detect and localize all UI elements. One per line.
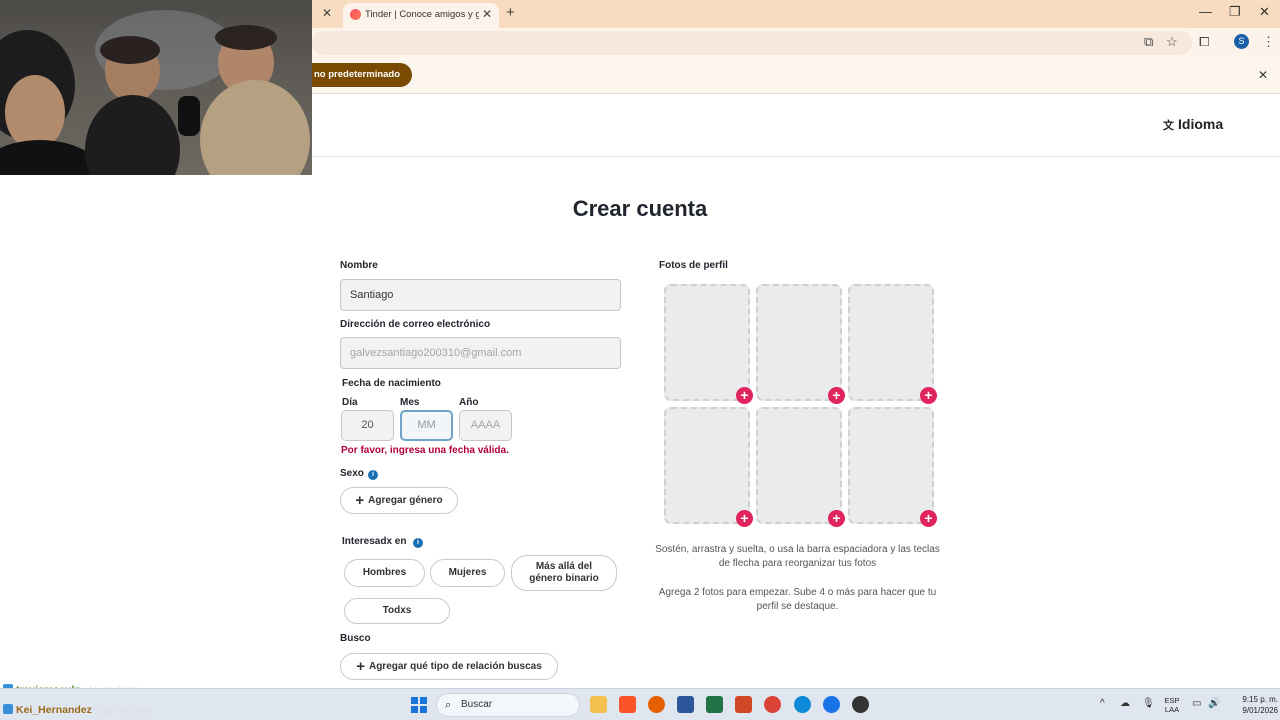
name-field[interactable]: Santiago (340, 279, 621, 311)
infobar-close-icon[interactable]: ✕ (1258, 68, 1268, 82)
name-label: Nombre (340, 260, 378, 271)
email-label: Dirección de correo electrónico (340, 319, 491, 330)
date-error-message: Por favor, ingresa una fecha válida. (341, 445, 509, 456)
profile-avatar[interactable]: S (1234, 34, 1249, 49)
photo-slot[interactable] (756, 284, 842, 401)
edge-icon[interactable] (794, 696, 811, 713)
lang-top: ESP (1164, 696, 1180, 705)
add-relationship-button[interactable]: + Agregar qué tipo de relación buscas (340, 653, 558, 680)
add-photo-icon[interactable]: + (736, 387, 753, 404)
keyboard-language[interactable]: ESP LAA (1161, 696, 1183, 714)
add-relationship-label: Agregar qué tipo de relación buscas (368, 661, 542, 672)
onedrive-icon[interactable]: ☁ (1120, 698, 1130, 709)
word-icon[interactable] (677, 696, 694, 713)
network-icon[interactable]: ▭ (1192, 698, 1201, 709)
tab-title: Tinder | Conoce amigos y gente nueva (365, 9, 479, 20)
photo-slot[interactable] (756, 407, 842, 524)
chrome-active-icon[interactable] (823, 696, 840, 713)
chat-text: qué comen (100, 704, 153, 716)
photos-upload-hint: Agrega 2 fotos para empezar. Sube 4 o má… (658, 587, 937, 612)
firefox-icon[interactable] (648, 696, 665, 713)
interest-all-button[interactable]: Todxs (344, 598, 450, 624)
interest-women-button[interactable]: Mujeres (430, 559, 505, 587)
plus-icon: + (355, 492, 365, 509)
windows-start-icon[interactable] (411, 697, 427, 713)
photo-slot[interactable] (664, 407, 750, 524)
clock-time: 9:15 p. m. (1242, 695, 1278, 704)
volume-icon[interactable]: 🔊 (1208, 698, 1220, 709)
menu-kebab-icon[interactable]: ⋮ (1262, 34, 1275, 50)
add-photo-icon[interactable]: + (828, 387, 845, 404)
new-tab-button[interactable]: + (506, 4, 515, 21)
chat-badge-icon (3, 704, 13, 714)
system-clock[interactable]: 9:15 p. m. 9/01/2026 (1222, 694, 1278, 716)
day-label: Día (342, 397, 358, 408)
minimize-button[interactable]: — (1199, 4, 1212, 19)
tab-close-icon[interactable]: ✕ (482, 7, 492, 21)
sex-info-icon[interactable]: i (368, 470, 378, 480)
taskbar-search[interactable]: ⌕ Buscar (436, 693, 580, 717)
chrome-icon[interactable] (764, 696, 781, 713)
add-photo-icon[interactable]: + (828, 510, 845, 527)
interest-men-button[interactable]: Hombres (344, 559, 425, 587)
chat-username: Kei_Hernandez (16, 704, 92, 716)
language-selector[interactable]: 文 Idioma (1163, 116, 1223, 133)
plus-icon: + (356, 658, 365, 675)
add-gender-button[interactable]: + Agregar género (340, 487, 458, 514)
install-app-icon[interactable]: ⧉ (1144, 34, 1153, 50)
lang-bottom: LAA (1164, 705, 1180, 714)
windows-taskbar: ⌕ Buscar ^ ☁ 🎙 ESP LAA ▭ 🔊 9:15 p. m. 9/01… (0, 688, 1280, 720)
day-field[interactable]: 20 (341, 410, 394, 441)
language-label: Idioma (1178, 116, 1224, 132)
add-photo-icon[interactable]: + (920, 510, 937, 527)
add-gender-label: Agregar género (368, 495, 443, 506)
search-icon: ⌕ (445, 699, 452, 711)
month-label: Mes (400, 397, 420, 408)
excel-icon[interactable] (706, 696, 723, 713)
year-label: Año (459, 397, 479, 408)
chat-message: Kei_Hernandez : qué comen (3, 704, 153, 716)
tray-chevron-icon[interactable]: ^ (1100, 698, 1105, 709)
add-photo-icon[interactable]: + (736, 510, 753, 527)
extensions-icon[interactable]: ⧠ (1199, 34, 1209, 50)
year-field[interactable]: AAAA (459, 410, 512, 441)
photos-reorder-hint: Sostén, arrastra y suelta, o usa la barr… (655, 544, 940, 569)
sex-label: Sexo (340, 468, 364, 479)
obs-icon[interactable] (852, 696, 869, 713)
add-photo-icon[interactable]: + (920, 387, 937, 404)
webcam-overlay (0, 0, 312, 175)
month-field[interactable]: MM (400, 410, 453, 441)
interest-nonbinary-button[interactable]: Más allá del género binario (511, 555, 617, 591)
taskbar-search-label: Buscar (461, 699, 493, 710)
birthdate-label: Fecha de nacimiento (342, 378, 441, 389)
translate-icon: 文 (1163, 120, 1174, 132)
previous-tab-close-icon[interactable]: ✕ (322, 6, 332, 20)
microphone-icon[interactable]: 🎙 (1142, 698, 1155, 709)
address-bar[interactable] (312, 31, 1192, 55)
interested-info-icon[interactable]: i (413, 538, 423, 548)
brave-browser-icon[interactable] (619, 696, 636, 713)
interested-label: Interesadx en (342, 536, 407, 547)
looking-for-label: Busco (340, 633, 371, 644)
tab-tinder[interactable]: Tinder | Conoce amigos y gente nueva ✕ (343, 3, 499, 28)
photo-slot[interactable] (848, 284, 934, 401)
tinder-favicon-icon (350, 9, 361, 20)
photo-slot[interactable] (848, 407, 934, 524)
powerpoint-icon[interactable] (735, 696, 752, 713)
page-title: Crear cuenta (572, 196, 708, 221)
photos-label: Fotos de perfil (659, 260, 728, 271)
window-close-button[interactable]: ✕ (1259, 4, 1270, 20)
email-field[interactable]: galvezsantiago200310@gmail.com (340, 337, 621, 369)
restore-button[interactable]: ❐ (1229, 4, 1241, 20)
clock-date: 9/01/2026 (1242, 706, 1278, 715)
file-explorer-icon[interactable] (590, 696, 607, 713)
photo-slot[interactable] (664, 284, 750, 401)
bookmark-star-icon[interactable]: ☆ (1166, 34, 1178, 50)
